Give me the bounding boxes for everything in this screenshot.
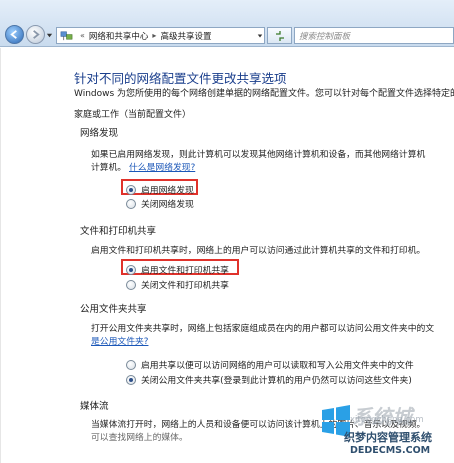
radio-label: 关闭网络发现 bbox=[141, 200, 194, 210]
back-button[interactable] bbox=[5, 25, 24, 44]
breadcrumb-separator[interactable]: ▸ bbox=[152, 31, 156, 40]
address-bar[interactable]: « 网络和共享中心 ▸ 高级共享设置 bbox=[56, 27, 265, 44]
refresh-icon bbox=[275, 30, 284, 41]
radio-label: 关闭公用文件夹共享(登录到此计算机的用户仍然可以访问这些文件夹) bbox=[141, 376, 412, 386]
file-printer-sharing-text: 启用文件和打印机共享时，网络上的用户可以访问通过此计算机共享的文件和打印机。 bbox=[91, 246, 426, 256]
refresh-button[interactable] bbox=[267, 27, 292, 44]
radio-label: 启用共享以便可以访问网络的用户可以读取和写入公用文件夹中的文件 bbox=[141, 361, 414, 371]
radio-button[interactable] bbox=[126, 264, 136, 275]
radio-disable-public-folder-sharing[interactable]: 关闭公用文件夹共享(登录到此计算机的用户仍然可以访问这些文件夹) bbox=[126, 373, 412, 386]
radio-disable-network-discovery[interactable]: 关闭网络发现 bbox=[126, 197, 194, 210]
page-title: 针对不同的网络配置文件更改共享选项 bbox=[74, 71, 287, 86]
arrow-left-icon bbox=[10, 30, 17, 39]
breadcrumb-separator: « bbox=[80, 31, 85, 40]
section-media-streaming-heading[interactable]: 媒体流 bbox=[80, 398, 109, 412]
radio-label: 启用文件和打印机共享 bbox=[141, 266, 229, 276]
radio-enable-network-discovery[interactable]: 启用网络发现 bbox=[126, 183, 194, 196]
radio-enable-file-printer-sharing[interactable]: 启用文件和打印机共享 bbox=[126, 263, 229, 276]
radio-button[interactable] bbox=[126, 198, 136, 209]
radio-button[interactable] bbox=[126, 279, 136, 290]
profile-label: 家庭或工作（当前配置文件） bbox=[74, 110, 192, 120]
section-public-folder-sharing-heading[interactable]: 公用文件夹共享 bbox=[80, 301, 147, 315]
recent-pages-dropdown-icon[interactable] bbox=[46, 32, 53, 39]
network-discovery-help-link[interactable]: 什么是网络发现? bbox=[129, 163, 195, 173]
page-description: Windows 为您所使用的每个网络创建单据的网络配置文件。您可以针对每个配置文… bbox=[74, 89, 454, 99]
watermark-url-text: xitongcheng.com bbox=[350, 415, 424, 425]
network-discovery-text-line1: 如果已启用网络发现，则此计算机可以发现其他网络计算机和设备，而其他网络计算机 bbox=[91, 150, 426, 160]
watermark-mid-text: 织梦内容管理系统 bbox=[344, 431, 432, 444]
breadcrumb-advanced-sharing[interactable]: 高级共享设置 bbox=[160, 30, 211, 42]
radio-label: 关闭文件和打印机共享 bbox=[141, 281, 229, 291]
section-file-printer-sharing-heading[interactable]: 文件和打印机共享 bbox=[80, 223, 156, 237]
media-streaming-text-line2: 可以查找网络上的媒体。 bbox=[91, 433, 188, 443]
public-folder-help-link[interactable]: 是公用文件夹? bbox=[91, 337, 148, 347]
address-dropdown-icon[interactable] bbox=[257, 33, 263, 39]
forward-button[interactable] bbox=[26, 25, 45, 44]
radio-button[interactable] bbox=[126, 184, 136, 195]
public-folder-help-row: 是公用文件夹? bbox=[91, 335, 148, 349]
watermark-bottom-text: DEDECMS.COM bbox=[350, 445, 431, 456]
network-icon bbox=[60, 31, 73, 41]
radio-label: 启用网络发现 bbox=[141, 186, 194, 196]
radio-disable-file-printer-sharing[interactable]: 关闭文件和打印机共享 bbox=[126, 278, 229, 291]
radio-button[interactable] bbox=[126, 359, 136, 370]
left-divider bbox=[0, 48, 1, 463]
network-discovery-text-line2: 计算机。 什么是网络发现? bbox=[91, 161, 195, 175]
arrow-right-icon bbox=[33, 30, 40, 39]
breadcrumb-network-sharing-center[interactable]: 网络和共享中心 bbox=[89, 30, 149, 42]
section-network-discovery-heading[interactable]: 网络发现 bbox=[80, 125, 118, 139]
radio-enable-public-folder-sharing[interactable]: 启用共享以便可以访问网络的用户可以读取和写入公用文件夹中的文件 bbox=[126, 358, 414, 371]
search-input[interactable]: 搜索控制面板 bbox=[294, 27, 454, 44]
network-discovery-text-line2-text: 计算机。 bbox=[91, 163, 127, 173]
address-toolbar: « 网络和共享中心 ▸ 高级共享设置 搜索控制面板 bbox=[0, 0, 454, 47]
public-folder-sharing-text: 打开公用文件夹共享时，网络上包括家庭组成员在内的用户都可以访问公用文件夹中的文 bbox=[91, 324, 435, 334]
radio-button[interactable] bbox=[126, 374, 136, 385]
watermark: 系统城 xitongcheng.com 织梦内容管理系统 DEDECMS.COM bbox=[312, 393, 454, 463]
